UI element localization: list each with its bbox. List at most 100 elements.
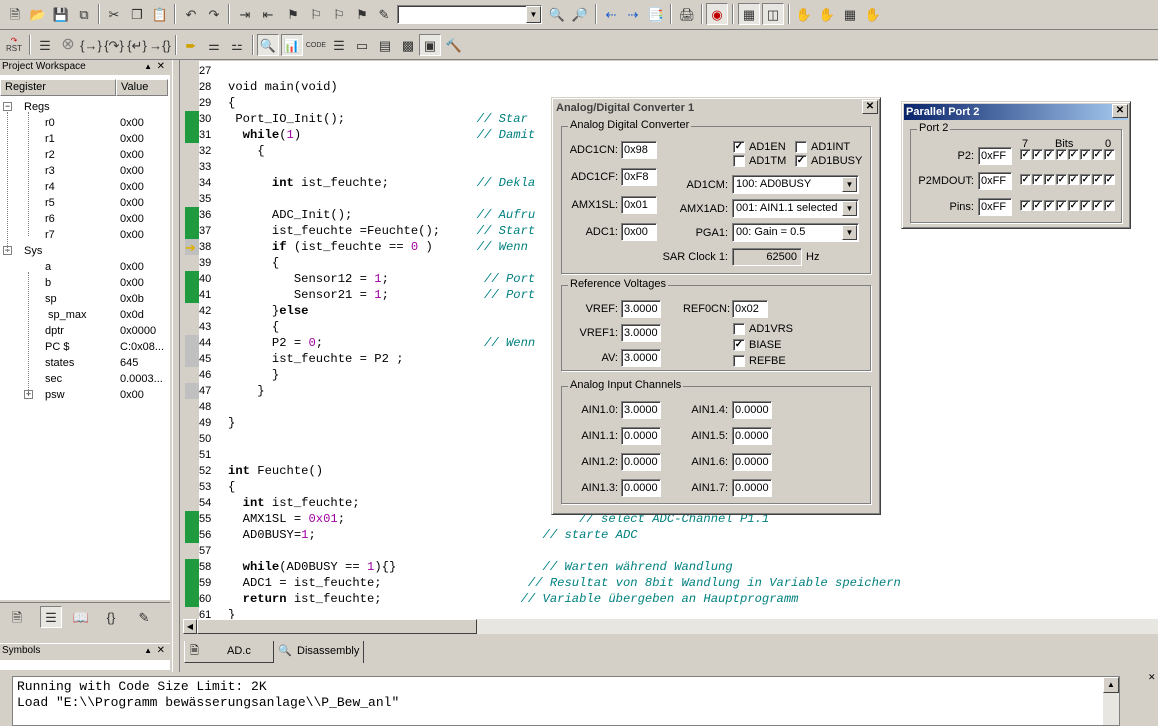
pin-icon[interactable]: ▲	[144, 60, 152, 74]
port-bit-checkbox[interactable]: ✓	[1068, 200, 1079, 211]
ref0cn-field[interactable]: 0x02	[732, 300, 768, 318]
col-value[interactable]: Value	[116, 79, 168, 96]
register-row[interactable]: r7 0x00	[0, 227, 168, 243]
register-row[interactable]: + psw 0x00	[0, 387, 168, 403]
register-value[interactable]: 0x00	[120, 179, 144, 195]
code-line[interactable]: {	[228, 479, 235, 495]
register-row[interactable]: a 0x00	[0, 259, 168, 275]
find-replace-icon[interactable]: ✎	[373, 3, 395, 25]
view-trace-icon[interactable]: 🔍	[257, 34, 279, 56]
code-line[interactable]: ist_feuchte =Feuchte(); // Start	[228, 223, 535, 239]
chevron-down-icon[interactable]: ▼	[842, 177, 857, 192]
code-line[interactable]: }else	[228, 303, 309, 319]
pins-field[interactable]: 0xFF	[978, 198, 1012, 216]
code-line[interactable]: {	[228, 95, 235, 111]
register-value[interactable]: 0x00	[120, 147, 144, 163]
port-bit-checkbox[interactable]: ✓	[1104, 149, 1115, 160]
code-line[interactable]: int ist_feuchte;	[228, 495, 360, 511]
find-icon[interactable]: 🔍	[546, 3, 568, 25]
save-all-icon[interactable]: ⧉	[73, 3, 95, 25]
unindent-icon[interactable]: ⇤	[257, 3, 279, 25]
code-line[interactable]: {	[228, 319, 279, 335]
bookmark-next-icon[interactable]: ⚐	[305, 3, 327, 25]
ain-field[interactable]: 0.0000	[732, 453, 772, 471]
port-bit-checkbox[interactable]: ✓	[1068, 149, 1079, 160]
register-value[interactable]: 645	[120, 355, 138, 371]
ain-field[interactable]: 3.0000	[621, 401, 661, 419]
close-icon[interactable]: ✕	[157, 644, 165, 658]
step-out-icon[interactable]: {↵}	[126, 34, 148, 56]
adc1-field[interactable]: 0x00	[621, 223, 657, 241]
templates-tab-icon[interactable]: ✎	[133, 606, 155, 628]
register-value[interactable]: 0x00	[120, 259, 144, 275]
step-over-icon[interactable]: {↷}	[103, 34, 125, 56]
code-line[interactable]: ist_feuchte = P2 ;	[228, 351, 404, 367]
code-line[interactable]: AD0BUSY=1; // starte ADC	[228, 527, 638, 543]
port-bit-checkbox[interactable]: ✓	[1080, 149, 1091, 160]
port-bit-checkbox[interactable]: ✓	[1044, 149, 1055, 160]
output-vscroll[interactable]: ▲	[1103, 677, 1119, 725]
register-row[interactable]: PC $ C:0x08...	[0, 339, 168, 355]
register-row[interactable]: b 0x00	[0, 275, 168, 291]
close-icon[interactable]: ✕	[862, 100, 878, 114]
register-row[interactable]: r6 0x00	[0, 211, 168, 227]
bookmark-icon[interactable]: ⚑	[282, 3, 304, 25]
chevron-down-icon[interactable]: ▼	[526, 6, 541, 23]
biase-checkbox[interactable]: ✓	[733, 339, 745, 351]
p2-field[interactable]: 0xFF	[978, 147, 1012, 165]
splitter[interactable]	[172, 60, 180, 672]
functions-tab-icon[interactable]: {}	[100, 606, 122, 628]
register-row[interactable]: dptr 0x0000	[0, 323, 168, 339]
register-row[interactable]: r3 0x00	[0, 163, 168, 179]
ad1tm-checkbox[interactable]	[733, 155, 745, 167]
code-line[interactable]: ADC1 = ist_feuchte; // Resultat von 8bit…	[228, 575, 901, 591]
port-bit-checkbox[interactable]: ✓	[1068, 174, 1079, 185]
code-line[interactable]: Sensor12 = 1; // Port	[228, 271, 535, 287]
ain-field[interactable]: 0.0000	[621, 479, 661, 497]
bookmark-prev-icon[interactable]: ⚐	[328, 3, 350, 25]
port-bit-checkbox[interactable]: ✓	[1020, 149, 1031, 160]
bookmark-clear-icon[interactable]: ⚑	[351, 3, 373, 25]
code-line[interactable]: int ist_feuchte; // Dekla	[228, 175, 535, 191]
ad1cm-select[interactable]: 100: AD0BUSY ▼	[732, 175, 859, 194]
port-bit-checkbox[interactable]: ✓	[1032, 174, 1043, 185]
adc-dialog-title[interactable]: Analog/Digital Converter 1	[554, 100, 878, 116]
register-row[interactable]: sp 0x0b	[0, 291, 168, 307]
code-line[interactable]: return ist_feuchte; // Variable übergebe…	[228, 591, 799, 607]
ain-field[interactable]: 0.0000	[732, 479, 772, 497]
register-row[interactable]: r0 0x00	[0, 115, 168, 131]
scroll-up-icon[interactable]: ▲	[1103, 677, 1119, 693]
port-bit-checkbox[interactable]: ✓	[1056, 149, 1067, 160]
register-value[interactable]: C:0x08...	[120, 339, 164, 355]
stop-icon[interactable]: ⊗	[57, 34, 79, 56]
close-icon[interactable]: ✕	[1112, 104, 1128, 118]
paste-icon[interactable]: 📋	[149, 3, 171, 25]
hand3-icon[interactable]: ✋	[862, 3, 884, 25]
ain-field[interactable]: 0.0000	[732, 401, 772, 419]
chevron-down-icon[interactable]: ▼	[842, 225, 857, 240]
port-bit-checkbox[interactable]: ✓	[1020, 200, 1031, 211]
code-line[interactable]: ADC_Init(); // Aufru	[228, 207, 535, 223]
new-file-icon[interactable]: 🗎	[4, 3, 26, 25]
ain-field[interactable]: 0.0000	[621, 427, 661, 445]
port-bit-checkbox[interactable]: ✓	[1080, 200, 1091, 211]
copy-icon[interactable]: ❐	[126, 3, 148, 25]
scroll-left-icon[interactable]: ◀	[183, 619, 197, 634]
register-row[interactable]: sp_max 0x0d	[0, 307, 168, 323]
register-row[interactable]: r5 0x00	[0, 195, 168, 211]
close-icon[interactable]: ✕	[157, 60, 165, 74]
collapse-icon[interactable]: −	[3, 102, 12, 111]
col-register[interactable]: Register	[0, 79, 116, 96]
tab-disassembly[interactable]: 🔍 Disassembly	[274, 641, 364, 663]
register-row[interactable]: r2 0x00	[0, 147, 168, 163]
chevron-down-icon[interactable]: ▼	[842, 201, 857, 216]
code-line[interactable]: int Feuchte()	[228, 463, 323, 479]
window-tile-icon[interactable]: ◫	[762, 3, 784, 25]
pp-dialog-title[interactable]: Parallel Port 2	[904, 104, 1128, 120]
debug-session-icon[interactable]: ◉	[706, 3, 728, 25]
port-bit-checkbox[interactable]: ✓	[1044, 200, 1055, 211]
code-line[interactable]: P2 = 0; // Wenn	[228, 335, 535, 351]
port-bit-checkbox[interactable]: ✓	[1044, 174, 1055, 185]
pin-icon[interactable]: ▲	[144, 644, 152, 658]
register-value[interactable]: 0x00	[120, 387, 144, 403]
